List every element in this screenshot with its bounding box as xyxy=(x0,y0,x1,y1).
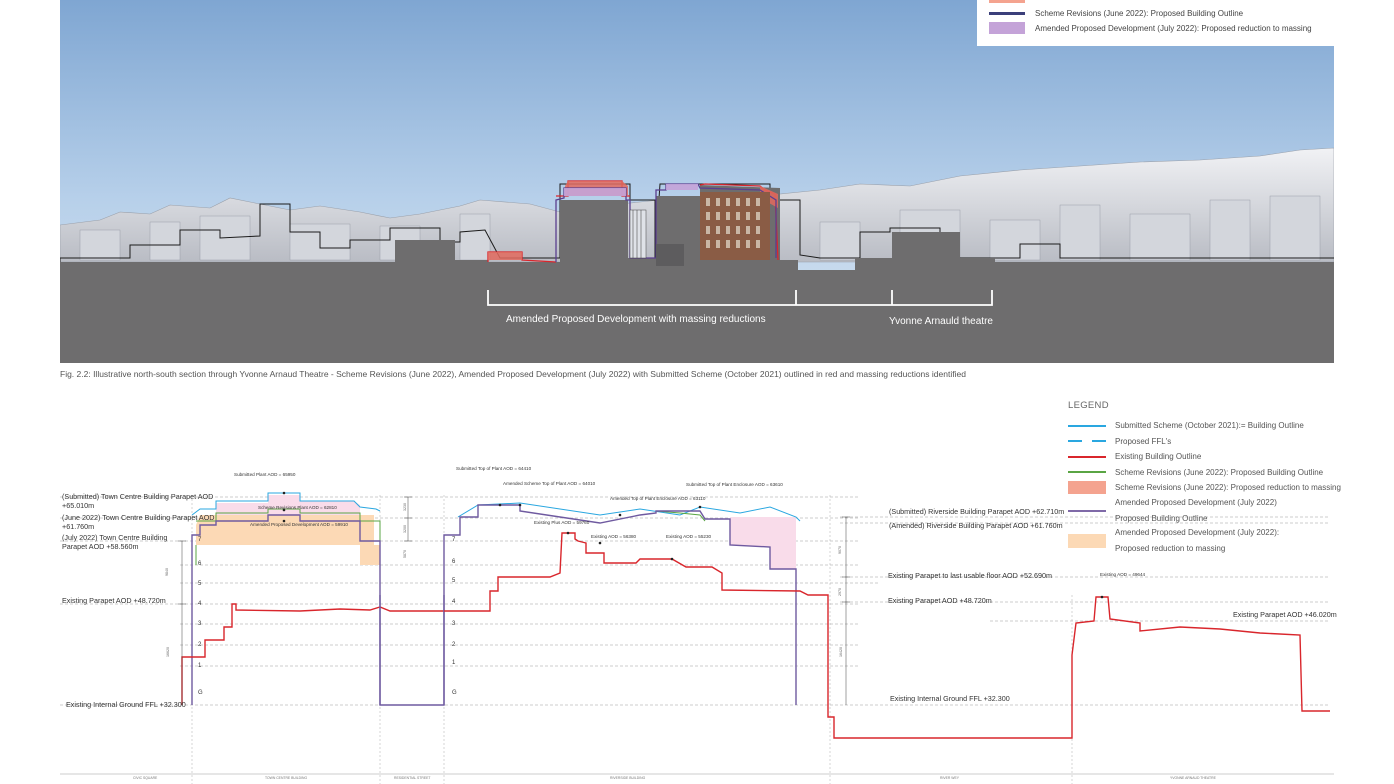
legend-swatch-clipped xyxy=(989,0,1025,3)
rv-submitted-pink-fill xyxy=(730,517,796,569)
legend-swatch xyxy=(1068,481,1106,495)
legend-label: Amended Proposed Development (July 2022)… xyxy=(1115,498,1277,523)
legend-title: LEGEND xyxy=(1068,400,1109,411)
level-existing-parapet-left: Existing Parapet AOD +48.720m xyxy=(62,596,166,605)
level-submitted-tc: (Submitted) Town Centre Building Parapet… xyxy=(62,492,214,510)
floor-label: 7 xyxy=(198,537,202,543)
legend-item-existing: Existing Building Outline xyxy=(1068,449,1388,465)
zone-river-wey: RIVER WEY xyxy=(940,776,960,780)
legend-swatch xyxy=(1068,440,1106,443)
label-amended-development: Amended Proposed Development with massin… xyxy=(506,314,766,325)
zone-residential-street: RESIDENTIAL STREET xyxy=(394,776,431,780)
section-legend: LEGEND Submitted Scheme (October 2021):=… xyxy=(1068,400,1388,556)
floor-label: 3 xyxy=(198,621,202,627)
annot-tc-amended: Amended Proposed Development AOD = 59910 xyxy=(250,522,348,527)
floor-label: 1 xyxy=(198,663,202,669)
legend-swatch xyxy=(989,22,1025,34)
dim-6: 9070 xyxy=(838,546,842,554)
legend-swatch xyxy=(1068,509,1106,512)
annot-rv-enclosure: Submitted Top of Plant Enclosure AOD = 6… xyxy=(686,482,783,487)
floor-label: 5 xyxy=(198,581,202,587)
section-render-image: Amended Proposed Development with massin… xyxy=(60,0,1334,363)
legend-item-july-outline: Amended Proposed Development (July 2022)… xyxy=(1068,496,1388,526)
annot-rv-plant-enclosure: Amended Top of Plant Enclosure AOD = 631… xyxy=(610,496,706,501)
legend-label: Scheme Revisions (June 2022): Proposed B… xyxy=(1115,467,1324,477)
level-june-tc: (June 2022) Town Centre Building Parapet… xyxy=(62,513,215,531)
legend-label: Proposed FFL's xyxy=(1115,436,1172,446)
dim-2: 3200 xyxy=(403,525,407,533)
level-amended-riverside: (Amended) Riverside Building Parapet AOD… xyxy=(889,521,1063,530)
level-july-tc: (July 2022) Town Centre Building Parapet … xyxy=(62,533,168,551)
floor-label: 3 xyxy=(452,621,456,627)
floor-label: 1 xyxy=(452,660,456,666)
annot-tc-plant: Submitted Plant AOD = 65950 xyxy=(234,472,296,477)
zone-town-centre: TOWN CENTRE BUILDING xyxy=(265,776,308,780)
floor-label: G xyxy=(198,690,203,696)
floor-label: 4 xyxy=(198,601,202,607)
level-submitted-riverside: (Submitted) Riverside Building Parapet A… xyxy=(889,507,1065,516)
floor-label: 6 xyxy=(198,561,202,567)
legend-label: Scheme Revisions (June 2022): Proposed r… xyxy=(1115,483,1341,492)
floor-label: 2 xyxy=(198,642,202,648)
floor-label: 5 xyxy=(452,578,456,584)
dim-8: 16420 xyxy=(839,647,843,657)
annot-rv-top-plant: Submitted Top of Plant AOD = 64410 xyxy=(456,466,532,471)
render-legend-item-july: Amended Proposed Development (July 2022)… xyxy=(989,22,1312,34)
dim-5: 5870 xyxy=(403,550,407,558)
level-theatre-parapet: Existing Parapet AOD +46.020m xyxy=(1233,610,1337,619)
legend-label: Amended Proposed Development (July 2022)… xyxy=(1115,528,1280,553)
render-legend: Scheme Revisions (June 2022): Proposed B… xyxy=(977,0,1334,46)
dim-4: 16620 xyxy=(166,647,170,657)
annot-rv-existing-2: Existing AOD = 55230 xyxy=(666,534,712,539)
zone-theatre: YVONNE ARNAUD THEATRE xyxy=(1170,776,1216,780)
floor-label: 7 xyxy=(452,537,456,543)
render-svg xyxy=(60,0,1334,363)
dim-3: 9840 xyxy=(165,568,169,576)
floor-label: 2 xyxy=(452,642,456,648)
annot-rv-existing-1: Existing AOD = 56380 xyxy=(591,534,637,539)
legend-item-submitted: Submitted Scheme (October 2021):= Buildi… xyxy=(1068,418,1388,434)
level-existing-parapet-right: Existing Parapet AOD +48.720m xyxy=(888,596,992,605)
label-yvonne-arnauld-theatre: Yvonne Arnauld theatre xyxy=(889,316,993,327)
annot-rv-scheme-plant: Amended Scheme Top of Plant AOD = 64010 xyxy=(503,481,596,486)
legend-label: Submitted Scheme (October 2021):= Buildi… xyxy=(1115,421,1304,430)
floor-label: G xyxy=(452,690,457,696)
zone-civic-square: CIVIC SQUARE xyxy=(133,776,158,780)
floor-label: 4 xyxy=(452,599,456,605)
render-legend-item-june: Scheme Revisions (June 2022): Proposed B… xyxy=(989,7,1243,19)
legend-swatch xyxy=(1068,471,1106,474)
legend-item-june-outline: Scheme Revisions (June 2022): Proposed B… xyxy=(1068,465,1388,481)
dim-7: 2970 xyxy=(838,588,842,596)
legend-item-ffl: Proposed FFL's xyxy=(1068,434,1388,450)
zone-riverside: RIVERSIDE BUILDING xyxy=(610,776,646,780)
legend-item-july-reduction: Amended Proposed Development (July 2022)… xyxy=(1068,526,1388,556)
legend-label: Amended Proposed Development (July 2022)… xyxy=(1035,23,1312,33)
figure-caption: Fig. 2.2: Illustrative north-south secti… xyxy=(60,369,966,379)
legend-label: Scheme Revisions (June 2022): Proposed B… xyxy=(1035,8,1244,18)
floor-label: 6 xyxy=(452,559,456,565)
dim-1: 3230 xyxy=(403,503,407,511)
annot-theatre-existing: Existing AOD = 49644 xyxy=(1100,572,1146,577)
legend-label: Existing Building Outline xyxy=(1115,452,1202,461)
level-ground-right: Existing Internal Ground FFL +32.300 xyxy=(890,694,1010,703)
legend-item-june-reduction: Scheme Revisions (June 2022): Proposed r… xyxy=(1068,480,1388,496)
annot-rv-existing-plus: Existing Plus AOD = 59760 xyxy=(534,520,590,525)
legend-swatch xyxy=(989,11,1025,15)
rv-existing-red xyxy=(444,532,1330,739)
legend-swatch xyxy=(1068,455,1106,458)
legend-swatch xyxy=(1068,424,1106,427)
legend-swatch xyxy=(1068,533,1106,548)
level-existing-usable: Existing Parapet to last usable floor AO… xyxy=(888,571,1053,580)
annot-tc-scheme: Scheme Revisions Plant AOD = 62810 xyxy=(258,505,337,510)
level-ground-left: Existing Internal Ground FFL +32.300 xyxy=(66,700,186,709)
tc-existing-red xyxy=(181,603,444,705)
